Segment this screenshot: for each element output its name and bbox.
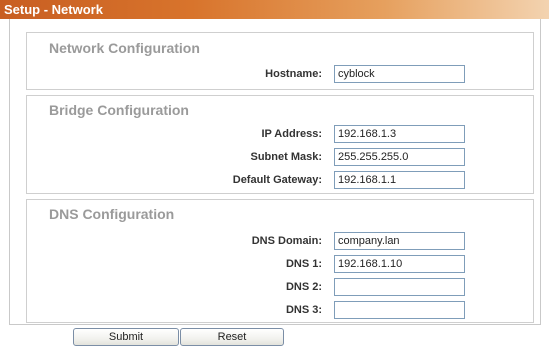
reset-button[interactable]: Reset <box>180 328 284 346</box>
ip-address-label: IP Address: <box>261 128 322 140</box>
dns-domain-label: DNS Domain: <box>251 235 322 247</box>
hostname-input[interactable] <box>334 65 465 83</box>
ip-address-input[interactable] <box>334 125 465 143</box>
hostname-label: Hostname: <box>265 68 322 80</box>
dns-domain-input[interactable] <box>334 232 465 250</box>
subnet-mask-label: Subnet Mask: <box>250 151 322 163</box>
subnet-mask-input[interactable] <box>334 148 465 166</box>
default-gateway-label: Default Gateway: <box>232 174 322 186</box>
dns1-input[interactable] <box>334 255 465 273</box>
submit-button[interactable]: Submit <box>73 328 179 346</box>
page-title: Setup - Network <box>4 2 103 17</box>
network-config-title: Network Configuration <box>49 40 200 56</box>
dns-config-title: DNS Configuration <box>49 206 175 222</box>
dns2-input[interactable] <box>334 278 465 296</box>
default-gateway-input[interactable] <box>334 171 465 189</box>
dns3-input[interactable] <box>334 301 465 319</box>
bridge-config-title: Bridge Configuration <box>49 102 189 118</box>
dns2-label: DNS 2: <box>285 281 322 293</box>
dns3-label: DNS 3: <box>285 304 322 316</box>
page-title-bar: Setup - Network <box>0 0 549 19</box>
dns1-label: DNS 1: <box>285 258 322 270</box>
